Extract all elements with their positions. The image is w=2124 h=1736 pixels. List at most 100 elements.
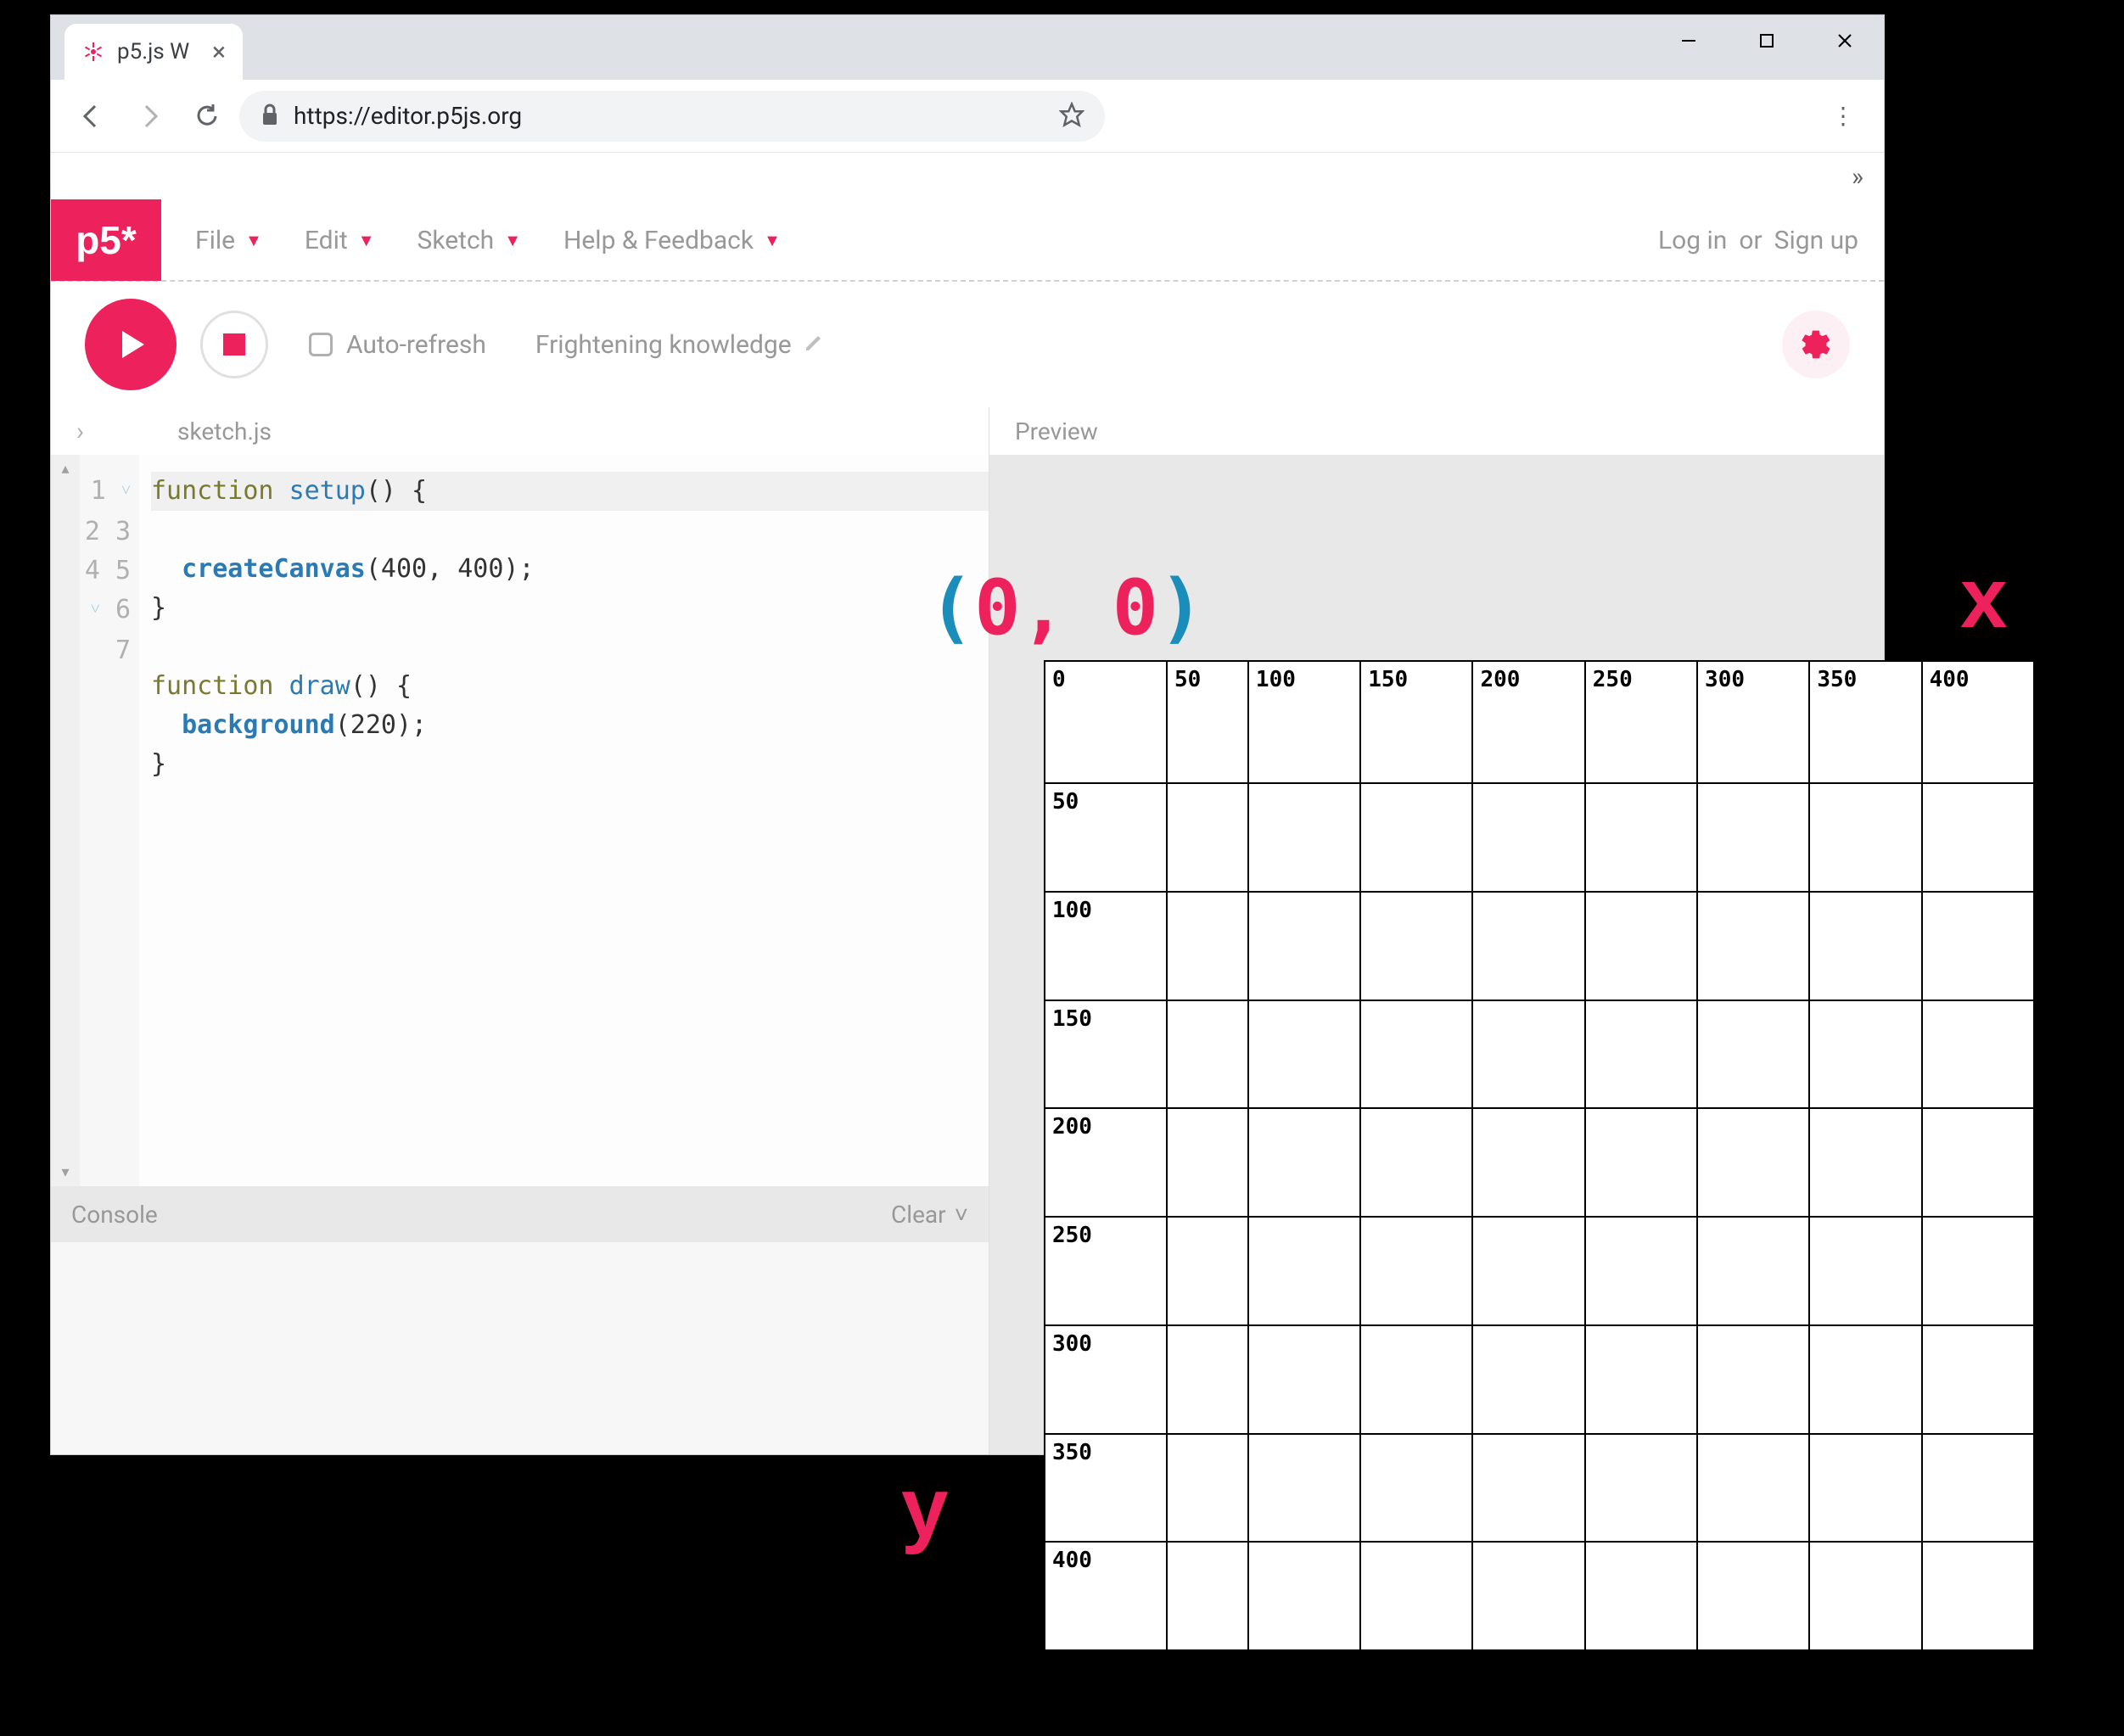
browser-tab[interactable]: p5.js W × xyxy=(64,24,243,80)
close-window-button[interactable] xyxy=(1806,15,1884,66)
menu-edit[interactable]: Edit▼ xyxy=(305,226,375,255)
console-clear-button[interactable]: Clear ˅ xyxy=(891,1201,968,1229)
lock-icon xyxy=(260,103,280,130)
browser-menu-button[interactable]: ⋮ xyxy=(1818,102,1869,130)
x-axis-label: x xyxy=(1960,550,2008,647)
tab-close-icon[interactable]: × xyxy=(212,37,226,67)
grid-cell: 300 xyxy=(1045,1325,1167,1434)
pencil-icon xyxy=(804,330,824,360)
p5-toolbar: Auto-refresh Frightening knowledge xyxy=(51,282,1884,407)
code-token: function xyxy=(151,476,289,506)
scroll-down-icon[interactable]: ▾ xyxy=(61,1163,69,1181)
back-button[interactable] xyxy=(66,91,117,142)
auth-or: or xyxy=(1739,226,1762,255)
grid-cell: 150 xyxy=(1045,1000,1167,1109)
code-text[interactable]: function setup() { createCanvas(400, 400… xyxy=(139,455,989,1186)
preview-label: Preview xyxy=(989,407,1884,455)
console-header: Console Clear ˅ xyxy=(51,1186,989,1242)
line-num: 3 xyxy=(115,517,131,546)
grid-cell: 0 xyxy=(1045,661,1167,783)
auto-refresh-label: Auto-refresh xyxy=(346,330,486,360)
origin-zero: 0 xyxy=(1112,563,1158,652)
grid-cell: 100 xyxy=(1045,892,1167,1000)
grid-cell: 400 xyxy=(1045,1542,1167,1650)
menu-edit-label: Edit xyxy=(305,226,348,255)
origin-annotation: (0, 0) xyxy=(928,563,1204,652)
code-token: background xyxy=(182,710,335,740)
chevron-down-icon: ˅ xyxy=(955,1201,968,1229)
sketch-name-text: Frightening knowledge xyxy=(535,330,792,360)
gear-icon xyxy=(1799,328,1833,361)
menu-sketch[interactable]: Sketch ▼ xyxy=(418,226,521,255)
stop-button[interactable] xyxy=(200,311,268,378)
editor-left-pane: › sketch.js ▴ ▾ 1 ˅ 2 3 4 5 ˅ 6 7 functi… xyxy=(51,407,989,1454)
grid-row: 150 xyxy=(1045,1000,2034,1109)
p5-header: p5* File▼ Edit▼ Sketch ▼ Help & Feedback▼… xyxy=(51,200,1884,282)
file-tab-row: › sketch.js xyxy=(51,407,989,455)
sidebar-expand-icon[interactable]: › xyxy=(76,417,84,446)
line-num: 4 xyxy=(85,556,100,585)
code-token: draw xyxy=(289,671,350,701)
p5-favicon-icon xyxy=(81,40,105,64)
filename-label[interactable]: sketch.js xyxy=(177,417,272,445)
maximize-button[interactable] xyxy=(1728,15,1806,66)
p5-logo[interactable]: p5* xyxy=(51,199,161,281)
auth-links: Log in or Sign up xyxy=(1658,226,1858,255)
clear-label: Clear xyxy=(891,1201,946,1229)
menu-help-label: Help & Feedback xyxy=(563,226,754,255)
coordinate-grid-table: 0 50 100 150 200 250 300 350 400 50 100 … xyxy=(1044,660,2035,1651)
grid-cell: 50 xyxy=(1167,661,1248,783)
code-token: (220); xyxy=(335,710,427,740)
grid-cell: 50 xyxy=(1045,783,1167,892)
console-body xyxy=(51,1242,989,1454)
code-token: (400, 400); xyxy=(366,554,535,584)
menu-sketch-label: Sketch xyxy=(418,226,495,255)
bookmarks-overflow-row: » xyxy=(51,153,1884,200)
line-num: 1 xyxy=(91,476,106,506)
forward-button[interactable] xyxy=(124,91,175,142)
code-token xyxy=(151,710,182,740)
fold-icon[interactable]: ˅ xyxy=(91,589,100,628)
auto-refresh-toggle[interactable]: Auto-refresh xyxy=(309,330,486,360)
grid-row: 100 xyxy=(1045,892,2034,1000)
sketch-name[interactable]: Frightening knowledge xyxy=(535,330,824,360)
grid-cell: 250 xyxy=(1585,661,1697,783)
menu-file-label: File xyxy=(195,226,235,255)
grid-cell: 200 xyxy=(1045,1108,1167,1217)
coordinate-grid-overlay: 0 50 100 150 200 250 300 350 400 50 100 … xyxy=(1044,660,2035,1651)
reload-button[interactable] xyxy=(182,91,233,142)
grid-cell: 250 xyxy=(1045,1217,1167,1325)
run-button[interactable] xyxy=(85,299,177,390)
line-num: 7 xyxy=(115,636,131,665)
browser-titlebar: p5.js W × xyxy=(51,15,1884,80)
grid-row: 400 xyxy=(1045,1542,2034,1650)
menu-file[interactable]: File▼ xyxy=(195,226,262,255)
code-token: () { xyxy=(350,671,412,701)
stop-icon xyxy=(223,333,245,356)
settings-button[interactable] xyxy=(1782,311,1850,378)
minimize-button[interactable] xyxy=(1650,15,1728,66)
p5-menu-bar: File▼ Edit▼ Sketch ▼ Help & Feedback▼ xyxy=(195,226,781,255)
address-bar[interactable]: https://editor.p5js.org xyxy=(239,91,1105,142)
code-token: setup xyxy=(289,476,366,506)
paren-open: ( xyxy=(928,563,974,652)
grid-row: 350 xyxy=(1045,1434,2034,1543)
bookmark-star-icon[interactable] xyxy=(1059,102,1084,131)
grid-row-header: 0 50 100 150 200 250 300 350 400 xyxy=(1045,661,2034,783)
menu-help[interactable]: Help & Feedback▼ xyxy=(563,226,781,255)
signup-link[interactable]: Sign up xyxy=(1774,226,1858,255)
line-num: 6 xyxy=(115,595,131,624)
checkbox-icon xyxy=(309,333,333,356)
caret-down-icon: ▼ xyxy=(504,230,521,251)
scroll-up-icon[interactable]: ▴ xyxy=(61,460,69,478)
origin-comma: , xyxy=(1020,563,1066,652)
address-bar-row: https://editor.p5js.org ⋮ xyxy=(51,80,1884,153)
login-link[interactable]: Log in xyxy=(1658,226,1727,255)
grid-cell: 150 xyxy=(1360,661,1472,783)
grid-cell: 350 xyxy=(1045,1434,1167,1543)
overflow-chevrons-icon[interactable]: » xyxy=(1852,162,1863,192)
code-editor[interactable]: ▴ ▾ 1 ˅ 2 3 4 5 ˅ 6 7 function setup() {… xyxy=(51,455,989,1186)
fold-icon[interactable]: ˅ xyxy=(121,470,131,509)
code-token: function xyxy=(151,671,289,701)
scroll-gutter: ▴ ▾ xyxy=(51,455,80,1186)
